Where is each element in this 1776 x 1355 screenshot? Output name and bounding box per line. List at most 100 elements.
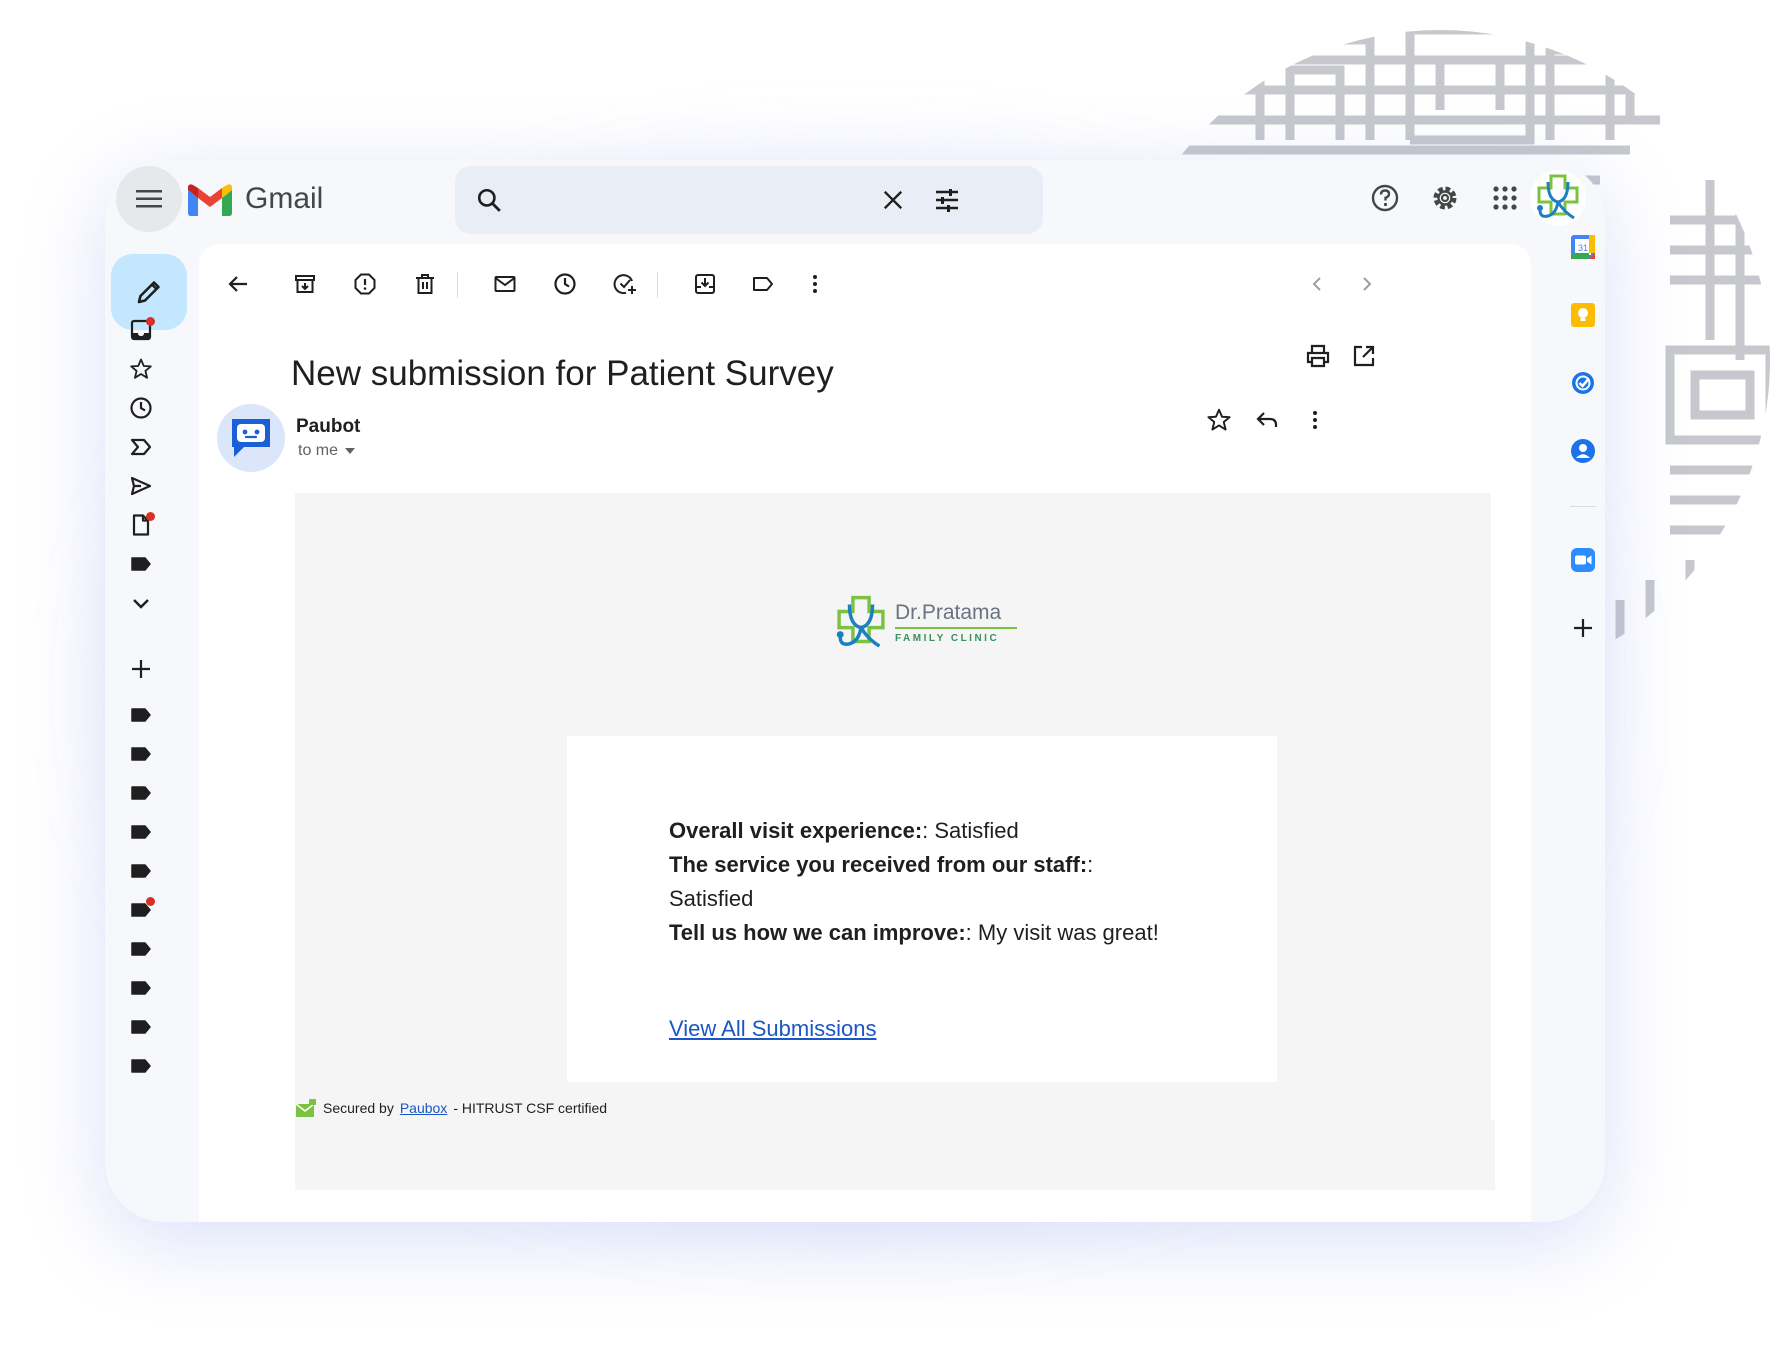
clinic-tagline: FAMILY CLINIC — [895, 633, 1000, 644]
keep-app-button[interactable] — [1563, 295, 1603, 335]
calendar-app-button[interactable]: 31 — [1563, 227, 1603, 267]
move-to-icon — [695, 274, 715, 294]
report-spam-button[interactable] — [347, 266, 383, 302]
field-row: The service you received from our staff:… — [669, 848, 1229, 882]
label-nav-item[interactable] — [125, 699, 157, 731]
message-more-button[interactable] — [1297, 402, 1333, 438]
label-nav-item[interactable] — [125, 548, 157, 580]
settings-button[interactable] — [1423, 176, 1467, 220]
field-value: : — [1087, 852, 1094, 877]
label-nav-item[interactable] — [125, 933, 157, 965]
star-icon — [1207, 408, 1231, 431]
send-icon — [130, 476, 152, 496]
label-icon — [131, 942, 151, 956]
submission-fields: Overall visit experience:: Satisfied The… — [669, 814, 1229, 950]
message-panel: New submission for Patient Survey Paubot… — [199, 244, 1531, 1222]
zoom-app-button[interactable] — [1563, 540, 1603, 580]
clinic-logo-icon — [1537, 174, 1579, 220]
recipient-label: to me — [298, 442, 339, 459]
back-arrow-icon — [228, 276, 247, 292]
drafts-unread-dot — [146, 512, 155, 521]
sender-name[interactable]: Paubot — [296, 416, 360, 438]
apps-grid-icon — [1493, 186, 1517, 210]
label-nav-item[interactable] — [125, 1011, 157, 1043]
more-actions-button[interactable] — [797, 266, 833, 302]
label-nav-item[interactable] — [125, 777, 157, 809]
get-addons-button[interactable] — [1563, 608, 1603, 648]
certification-text: - HITRUST CSF certified — [453, 1100, 608, 1116]
chevron-left-icon — [1312, 277, 1321, 291]
contacts-app-button[interactable] — [1563, 431, 1603, 471]
label-icon — [131, 557, 151, 571]
side-panel-divider — [1570, 506, 1596, 507]
label-unread-dot — [146, 897, 155, 906]
label-nav-item[interactable] — [125, 972, 157, 1004]
search-input[interactable] — [527, 180, 891, 222]
email-subject: New submission for Patient Survey — [291, 354, 834, 393]
tasks-app-button[interactable] — [1563, 363, 1603, 403]
field-value: Satisfied — [669, 886, 754, 911]
gmail-wordmark: Gmail — [245, 182, 324, 215]
help-icon — [1371, 184, 1399, 212]
pencil-icon — [137, 281, 160, 304]
support-button[interactable] — [1363, 176, 1407, 220]
snoozed-nav-item[interactable] — [125, 392, 157, 424]
label-nav-item[interactable] — [125, 816, 157, 848]
search-bar[interactable] — [455, 166, 1043, 234]
inbox-unread-dot — [146, 317, 155, 326]
field-value: : Satisfied — [922, 818, 1019, 843]
search-options-button[interactable] — [925, 178, 969, 222]
label-nav-item[interactable] — [125, 738, 157, 770]
more-vert-icon — [813, 275, 817, 293]
delete-button[interactable] — [407, 266, 443, 302]
clinic-logo: Dr.Pratama FAMILY CLINIC — [831, 593, 1017, 653]
archive-icon — [295, 275, 315, 293]
label-icon — [131, 786, 151, 800]
mark-unread-button[interactable] — [487, 266, 523, 302]
view-all-submissions-link[interactable]: View All Submissions — [669, 1016, 876, 1042]
snooze-button[interactable] — [547, 266, 583, 302]
plus-icon — [1574, 619, 1592, 637]
mark-unread-icon — [494, 276, 516, 292]
open-new-window-button[interactable] — [1346, 338, 1382, 374]
label-icon — [131, 981, 151, 995]
archive-button[interactable] — [287, 266, 323, 302]
paubox-link[interactable]: Paubox — [400, 1100, 447, 1116]
back-button[interactable] — [220, 266, 256, 302]
star-button[interactable] — [1201, 402, 1237, 438]
email-body: Dr.Pratama FAMILY CLINIC Overall visit e… — [295, 493, 1491, 1120]
more-nav-item[interactable] — [125, 587, 157, 619]
contacts-icon — [1571, 439, 1595, 463]
labels-button[interactable] — [745, 266, 781, 302]
label-nav-item[interactable] — [125, 1050, 157, 1082]
label-icon — [131, 864, 151, 878]
keep-icon — [1571, 303, 1595, 327]
sender-avatar[interactable] — [217, 404, 285, 472]
gmail-logo-icon[interactable] — [188, 184, 232, 216]
clinic-name-block: Dr.Pratama FAMILY CLINIC — [895, 602, 1017, 644]
newer-button[interactable] — [1299, 266, 1335, 302]
reply-button[interactable] — [1249, 402, 1285, 438]
toolbar-divider — [657, 272, 658, 298]
snooze-icon — [554, 273, 576, 295]
print-button[interactable] — [1300, 338, 1336, 374]
starred-nav-item[interactable] — [125, 353, 157, 385]
tasks-icon — [1572, 372, 1594, 394]
recipient-details[interactable]: to me — [298, 442, 356, 460]
chevron-down-icon — [133, 599, 149, 609]
label-nav-item[interactable] — [125, 855, 157, 887]
search-button[interactable] — [467, 178, 511, 222]
add-to-tasks-button[interactable] — [607, 266, 643, 302]
account-avatar[interactable] — [1530, 170, 1586, 226]
create-label-button[interactable] — [125, 653, 157, 685]
older-button[interactable] — [1349, 266, 1385, 302]
main-menu-button[interactable] — [116, 166, 182, 232]
field-row: Overall visit experience:: Satisfied — [669, 814, 1229, 848]
clear-search-button[interactable] — [871, 178, 915, 222]
important-nav-item[interactable] — [125, 431, 157, 463]
hamburger-menu-icon — [136, 190, 162, 208]
field-row: Satisfied — [669, 882, 1229, 916]
move-to-button[interactable] — [687, 266, 723, 302]
apps-button[interactable] — [1483, 176, 1527, 220]
sent-nav-item[interactable] — [125, 470, 157, 502]
